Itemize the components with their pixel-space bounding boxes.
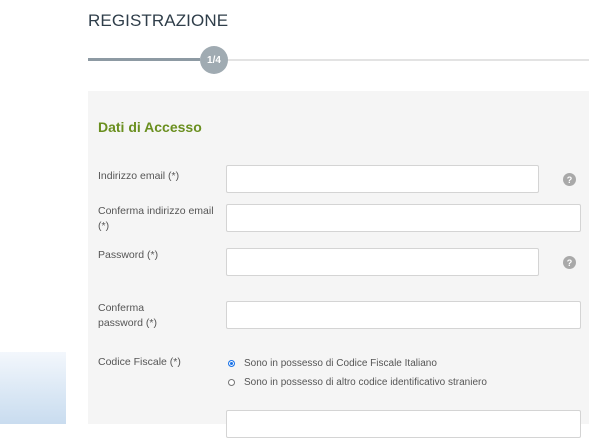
password-label: Password (*) bbox=[98, 249, 159, 261]
question-icon[interactable]: ? bbox=[563, 173, 576, 186]
email-confirm-label: Conferma indirizzo email (*) bbox=[98, 205, 214, 232]
radio-selected-icon[interactable] bbox=[228, 359, 235, 367]
section-title: Dati di Accesso bbox=[98, 119, 202, 135]
password-row: Password (*) ? bbox=[88, 248, 589, 278]
progress-completed bbox=[88, 58, 200, 61]
email-label: Indirizzo email (*) bbox=[98, 170, 180, 182]
radio-option-italian-cf[interactable]: Sono in possesso di Codice Fiscale Itali… bbox=[228, 356, 437, 370]
email-confirm-field[interactable] bbox=[226, 204, 581, 232]
radio-unselected-icon[interactable] bbox=[228, 378, 235, 386]
password-confirm-row: Conferma password (*) bbox=[88, 301, 589, 333]
radio-option-label: Sono in possesso di Codice Fiscale Itali… bbox=[244, 357, 437, 369]
codice-fiscale-field[interactable] bbox=[226, 410, 581, 438]
form-panel: Dati di Accesso Indirizzo email (*) ? Co… bbox=[88, 91, 589, 438]
step-badge: 1/4 bbox=[200, 46, 228, 74]
radio-option-label: Sono in possesso di altro codice identif… bbox=[244, 376, 487, 388]
page-title: REGISTRAZIONE bbox=[88, 11, 229, 30]
email-field[interactable] bbox=[226, 165, 539, 193]
progress-bar: 1/4 bbox=[88, 46, 589, 74]
email-row: Indirizzo email (*) ? bbox=[88, 165, 589, 195]
password-field[interactable] bbox=[226, 248, 539, 276]
codice-fiscale-row: Codice Fiscale (*) Sono in possesso di C… bbox=[88, 355, 589, 438]
email-confirm-row: Conferma indirizzo email (*) bbox=[88, 204, 589, 236]
codice-fiscale-label: Codice Fiscale (*) bbox=[98, 356, 181, 368]
password-confirm-field[interactable] bbox=[226, 301, 581, 329]
password-confirm-label: Conferma password (*) bbox=[98, 302, 157, 329]
question-icon[interactable]: ? bbox=[563, 256, 576, 269]
radio-option-foreign-id[interactable]: Sono in possesso di altro codice identif… bbox=[228, 375, 487, 389]
side-decoration bbox=[0, 352, 66, 424]
